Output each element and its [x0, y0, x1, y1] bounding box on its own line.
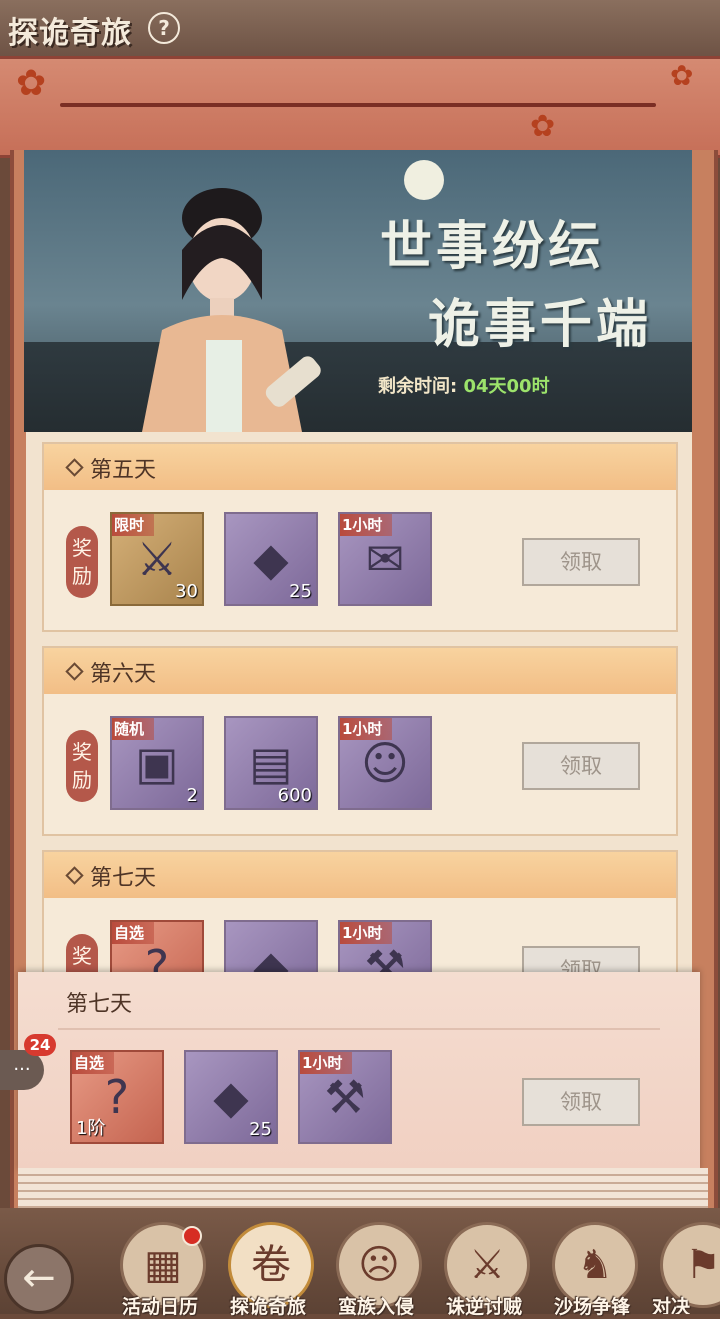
reward-item[interactable]: ☺ 1小时: [338, 716, 432, 810]
nav-battlefield[interactable]: ♞ 沙场争锋: [540, 1222, 644, 1318]
item-count: 600: [277, 785, 312, 806]
scroll-header-decoration: ✿ ✿ ✿: [0, 56, 720, 158]
chat-unread-badge: 24: [24, 1034, 56, 1056]
item-tag: 随机: [112, 718, 155, 740]
reward-list[interactable]: 第五天 奖励 ⚔ 限时 30 ◆ 25 ✉ 1小时 领取 第六天 奖励 ▣ 随机…: [26, 432, 692, 1040]
nav-barbarian-invasion[interactable]: ☹ 蛮族入侵: [324, 1222, 428, 1318]
item-tag: 1小时: [340, 718, 393, 740]
diamond-icon: [65, 662, 84, 681]
day-title: 第七天: [90, 866, 157, 891]
nav-label: 探诡奇旅: [229, 1296, 306, 1318]
day-detail-popup: 第七天 ? 自选 1阶 ◆ 25 ⚒ 1小时 领取: [18, 972, 700, 1172]
item-tag: 1小时: [300, 1052, 353, 1074]
book-pages: [18, 1168, 708, 1208]
claim-button[interactable]: 领取: [522, 538, 640, 586]
scroll-rod: [60, 103, 656, 107]
remaining-time-value: 04天00时: [463, 376, 550, 397]
nav-label: 蛮族入侵: [337, 1296, 414, 1318]
nav-activity-calendar[interactable]: ▦ 活动日历: [108, 1222, 212, 1318]
nav-label: 诛逆讨贼: [445, 1296, 522, 1318]
nav-tangui-journey[interactable]: 卷 探诡奇旅: [216, 1222, 320, 1318]
item-count: 2: [186, 785, 198, 806]
item-tag: 限时: [112, 514, 155, 536]
day-header: 第六天: [44, 648, 676, 694]
scroll-speedup-icon: ✉: [365, 532, 405, 586]
reward-item[interactable]: ? 自选 1阶: [70, 1050, 164, 1144]
maple-leaf-icon: ✿: [16, 63, 47, 104]
notification-dot: [182, 1226, 202, 1246]
banner-slogan-line2: 诡事千端: [428, 294, 653, 355]
nav-duel[interactable]: ⚑ 对决: [648, 1222, 720, 1314]
item-count: 30: [175, 581, 198, 602]
day-card-6: 第六天 奖励 ▣ 随机 2 ▤ 600 ☺ 1小时 领取: [42, 646, 678, 836]
moon-image: [404, 160, 444, 200]
day-header: 第五天: [44, 444, 676, 490]
maple-leaf-icon: ✿: [670, 59, 694, 92]
remaining-time-label: 剩余时间:: [378, 376, 458, 397]
hammer-speedup-icon: ⚒: [324, 1070, 366, 1124]
back-arrow-icon[interactable]: ←: [4, 1244, 74, 1314]
sword-icon: ⚔: [136, 532, 178, 586]
nav-rebel-hunt[interactable]: ⚔ 诛逆讨贼: [432, 1222, 536, 1318]
item-count: 25: [289, 581, 312, 602]
claim-button[interactable]: 领取: [522, 1078, 640, 1126]
reward-item[interactable]: ⚔ 限时 30: [110, 512, 204, 606]
divider: [58, 1028, 660, 1030]
reward-item[interactable]: ▣ 随机 2: [110, 716, 204, 810]
day-header: 第七天: [44, 852, 676, 898]
maple-leaf-icon: ✿: [530, 109, 556, 144]
nav-label: 对决: [652, 1296, 691, 1314]
day-card-5: 第五天 奖励 ⚔ 限时 30 ◆ 25 ✉ 1小时 领取: [42, 442, 678, 632]
nav-label: 沙场争锋: [553, 1296, 630, 1318]
top-bar: 探诡奇旅 ?: [0, 0, 720, 58]
book-icon: ▤: [249, 736, 293, 790]
soldier-speedup-icon: ☺: [361, 736, 409, 790]
day-title: 第六天: [90, 662, 157, 687]
robe-stone-icon: ◆: [253, 532, 289, 586]
reward-item[interactable]: ⚒ 1小时: [298, 1050, 392, 1144]
nav-label: 活动日历: [121, 1296, 198, 1318]
day-title: 第五天: [90, 458, 157, 483]
popup-title: 第七天: [66, 992, 133, 1017]
item-count: 25: [249, 1119, 272, 1140]
reward-item[interactable]: ▤ 600: [224, 716, 318, 810]
event-banner: 世事纷纭 诡事千端 剩余时间: 04天00时: [24, 150, 692, 432]
banner-slogan-line1: 世事纷纭: [380, 216, 605, 277]
diamond-icon: [65, 458, 84, 477]
page-title: 探诡奇旅: [8, 16, 132, 51]
item-tag: 1小时: [340, 514, 393, 536]
reward-item[interactable]: ◆ 25: [184, 1050, 278, 1144]
reward-stamp: 奖励: [66, 526, 98, 598]
item-tag: 1小时: [340, 922, 393, 944]
remaining-time: 剩余时间: 04天00时: [378, 372, 550, 398]
lady-portrait: [142, 188, 321, 432]
item-tag: 自选: [72, 1052, 115, 1074]
reward-item[interactable]: ✉ 1小时: [338, 512, 432, 606]
diamond-icon: [65, 866, 84, 885]
chat-icon[interactable]: ···: [0, 1050, 44, 1090]
robe-stone-icon: ◆: [213, 1070, 249, 1124]
chest-icon: ▣: [135, 736, 179, 790]
reward-item[interactable]: ◆ 25: [224, 512, 318, 606]
item-count: 1阶: [76, 1118, 106, 1139]
item-tag: 自选: [112, 922, 155, 944]
bottom-nav: ← ▦ 活动日历 卷 探诡奇旅 ☹ 蛮族入侵 ⚔ 诛逆讨贼 ♞ 沙场争锋 ⚑ 对…: [0, 1208, 720, 1318]
claim-button[interactable]: 领取: [522, 742, 640, 790]
help-icon[interactable]: ?: [148, 12, 180, 44]
reward-stamp: 奖励: [66, 730, 98, 802]
